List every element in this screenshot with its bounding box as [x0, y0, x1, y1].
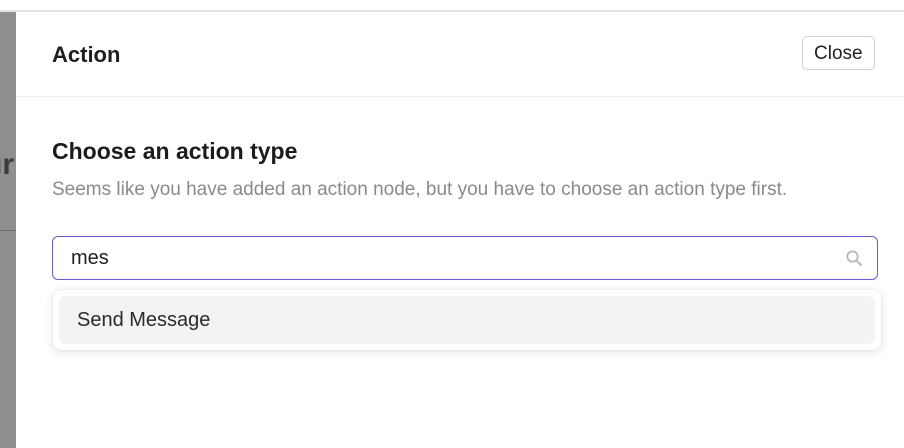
- drawer-title: Action: [52, 42, 121, 67]
- section-description: Seems like you have added an action node…: [52, 179, 788, 200]
- top-edge: [0, 0, 904, 12]
- background-overlay[interactable]: ır: [0, 0, 16, 448]
- option-label: Send Message: [77, 309, 211, 331]
- section-title: Choose an action type: [52, 138, 298, 164]
- search-icon: [846, 250, 862, 266]
- option-send-message[interactable]: Send Message: [59, 296, 875, 344]
- obscured-background-divider: [0, 230, 16, 231]
- drawer-header: Action Close: [16, 12, 904, 97]
- close-button[interactable]: Close: [802, 36, 875, 70]
- search-results-dropdown: Send Message: [53, 290, 881, 350]
- action-drawer: Action Close Choose an action type Seems…: [16, 12, 904, 448]
- action-type-search[interactable]: [52, 236, 878, 280]
- obscured-background-text: ır: [0, 148, 15, 181]
- search-input[interactable]: [69, 237, 813, 280]
